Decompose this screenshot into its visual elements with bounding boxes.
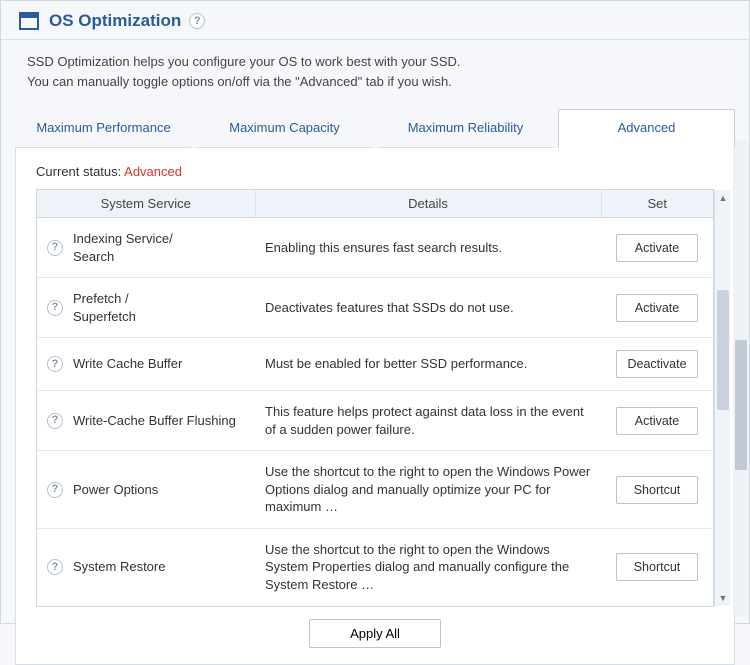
tab-bar: Maximum Performance Maximum Capacity Max… (1, 109, 749, 148)
page-header: OS Optimization ? (1, 1, 749, 40)
scroll-handle[interactable] (717, 290, 729, 410)
service-details: This feature helps protect against data … (255, 391, 601, 451)
status-value: Advanced (124, 164, 182, 179)
tab-advanced[interactable]: Advanced (558, 109, 735, 148)
row-help-icon[interactable]: ? (47, 559, 63, 575)
col-header-service: System Service (37, 190, 255, 218)
tab-max-capacity[interactable]: Maximum Capacity (196, 109, 373, 148)
service-details: Enabling this ensures fast search result… (255, 218, 601, 278)
row-help-icon[interactable]: ? (47, 413, 63, 429)
shortcut-button[interactable]: Shortcut (616, 476, 698, 504)
table-row: ? Write Cache Buffer Must be enabled for b… (37, 338, 713, 391)
grid-scrollbar[interactable]: ▲ ▼ (714, 190, 730, 606)
service-name: Indexing Service/ Search (73, 230, 173, 265)
service-details: Use the shortcut to the right to open th… (255, 451, 601, 529)
status-label: Current status: (36, 164, 124, 179)
window-scrollbar[interactable] (733, 140, 749, 616)
tab-max-reliability[interactable]: Maximum Reliability (377, 109, 554, 148)
service-name: Write Cache Buffer (73, 355, 182, 373)
services-grid: System Service Details Set ? Indexing Ser… (36, 189, 714, 607)
intro-line-2: You can manually toggle options on/off v… (27, 72, 723, 92)
service-name: Power Options (73, 481, 158, 499)
row-help-icon[interactable]: ? (47, 482, 63, 498)
activate-button[interactable]: Activate (616, 294, 698, 322)
deactivate-button[interactable]: Deactivate (616, 350, 698, 378)
help-icon[interactable]: ? (189, 13, 205, 29)
scroll-down-icon[interactable]: ▼ (715, 590, 731, 606)
col-header-set: Set (601, 190, 713, 218)
activate-button[interactable]: Activate (616, 407, 698, 435)
activate-button[interactable]: Activate (616, 234, 698, 262)
window-icon (19, 12, 39, 30)
table-row: ? System Restore Use the shortcut to the r… (37, 528, 713, 605)
table-row: ? Indexing Service/ Search Enabling this e… (37, 218, 713, 278)
window-scroll-handle[interactable] (735, 340, 747, 470)
service-details: Use the shortcut to the right to open th… (255, 528, 601, 605)
service-details: Must be enabled for better SSD performan… (255, 338, 601, 391)
status-line: Current status: Advanced (36, 164, 714, 179)
service-name: Write-Cache Buffer Flushing (73, 412, 236, 430)
row-help-icon[interactable]: ? (47, 356, 63, 372)
service-details: Deactivates features that SSDs do not us… (255, 278, 601, 338)
page-title: OS Optimization (49, 11, 181, 31)
tab-panel-advanced: Current status: Advanced System Service … (15, 148, 735, 665)
tab-max-performance[interactable]: Maximum Performance (15, 109, 192, 148)
shortcut-button[interactable]: Shortcut (616, 553, 698, 581)
table-row: ? Prefetch / Superfetch Deactivates featur… (37, 278, 713, 338)
apply-all-button[interactable]: Apply All (309, 619, 441, 648)
scroll-up-icon[interactable]: ▲ (715, 190, 731, 206)
intro-text: SSD Optimization helps you configure you… (1, 40, 749, 109)
table-row: ? Power Options Use the shortcut to the ri… (37, 451, 713, 529)
row-help-icon[interactable]: ? (47, 300, 63, 316)
col-header-details: Details (255, 190, 601, 218)
service-name: System Restore (73, 558, 165, 576)
intro-line-1: SSD Optimization helps you configure you… (27, 52, 723, 72)
apply-row: Apply All (36, 607, 714, 652)
table-row: ? Write-Cache Buffer Flushing This feature… (37, 391, 713, 451)
row-help-icon[interactable]: ? (47, 240, 63, 256)
service-name: Prefetch / Superfetch (73, 290, 136, 325)
